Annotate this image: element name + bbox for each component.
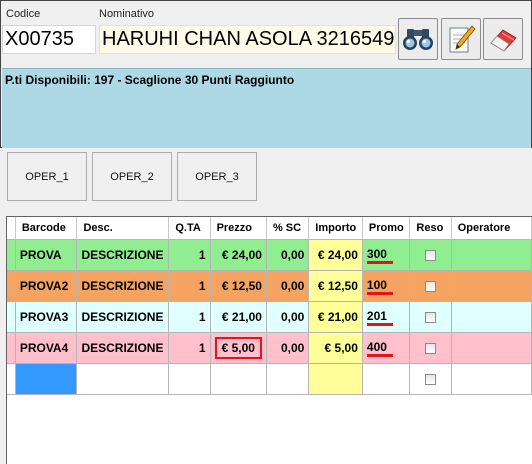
table-row[interactable]: PROVA DESCRIZIONE 1 € 24,00 0,00 € 24,00… <box>7 239 532 271</box>
name-field[interactable]: HARUHI CHAN ASOLA 32165498 <box>99 25 396 54</box>
col-promo[interactable]: Promo <box>362 217 411 240</box>
erase-button[interactable] <box>483 18 523 60</box>
cell-promo[interactable]: 400 <box>362 332 411 364</box>
row-header-corner <box>7 217 16 240</box>
row-header[interactable] <box>7 239 16 271</box>
oper-3-button[interactable]: OPER_3 <box>177 152 257 201</box>
cell-importo-new[interactable] <box>308 363 363 395</box>
cell-promo[interactable]: 100 <box>362 270 411 302</box>
cell-importo[interactable]: € 12,50 <box>308 270 363 302</box>
cell-reso-new[interactable] <box>409 363 452 395</box>
col-sc[interactable]: % SC <box>266 217 310 240</box>
cell-prezzo[interactable]: € 21,00 <box>210 301 267 333</box>
eraser-icon <box>490 29 517 52</box>
cell-sc[interactable]: 0,00 <box>266 239 310 271</box>
cell-sc[interactable]: 0,00 <box>266 270 310 302</box>
row-header[interactable] <box>7 301 16 333</box>
reso-checkbox[interactable] <box>425 342 437 354</box>
col-importo[interactable]: Importo <box>308 217 363 240</box>
cell-qta[interactable]: 1 <box>168 239 211 271</box>
cell-operatore[interactable] <box>451 239 532 271</box>
col-operatore[interactable]: Operatore <box>451 217 532 240</box>
table-row[interactable]: PROVA2 DESCRIZIONE 1 € 12,50 0,00 € 12,5… <box>7 270 532 302</box>
cell-sc-new[interactable] <box>266 363 310 395</box>
table-row[interactable]: PROVA4 DESCRIZIONE 1 € 5,00 0,00 € 5,00 … <box>7 332 532 364</box>
cell-barcode-new[interactable] <box>15 363 78 395</box>
row-header[interactable] <box>7 270 16 302</box>
reso-checkbox[interactable] <box>425 373 437 385</box>
cell-promo[interactable]: 300 <box>362 239 411 271</box>
code-field[interactable]: X00735 <box>2 25 96 54</box>
edit-button[interactable] <box>441 18 481 60</box>
promo-value: 400 <box>366 340 393 357</box>
cell-barcode[interactable]: PROVA3 <box>15 301 78 333</box>
col-prezzo[interactable]: Prezzo <box>210 217 267 240</box>
cell-importo[interactable]: € 24,00 <box>308 239 363 271</box>
cell-operatore[interactable] <box>451 332 532 364</box>
new-row[interactable] <box>7 363 532 395</box>
cell-prezzo-new[interactable] <box>210 363 267 395</box>
cell-desc[interactable]: DESCRIZIONE <box>76 239 170 271</box>
cell-sc[interactable]: 0,00 <box>266 301 310 333</box>
col-barcode[interactable]: Barcode <box>15 217 78 240</box>
cell-reso[interactable] <box>409 239 452 271</box>
cell-qta[interactable]: 1 <box>168 270 211 302</box>
cell-qta[interactable]: 1 <box>168 301 211 333</box>
promo-value: 201 <box>366 309 393 326</box>
cell-qta[interactable]: 1 <box>168 332 211 364</box>
prezzo-highlight: € 5,00 <box>214 336 262 359</box>
reso-checkbox[interactable] <box>425 311 437 323</box>
cell-importo[interactable]: € 5,00 <box>308 332 363 364</box>
code-label: Codice <box>6 8 41 20</box>
cell-barcode[interactable]: PROVA2 <box>15 270 78 302</box>
cell-sc[interactable]: 0,00 <box>266 332 310 364</box>
cell-reso[interactable] <box>409 270 452 302</box>
row-header[interactable] <box>7 332 16 364</box>
oper-2-button[interactable]: OPER_2 <box>92 152 172 201</box>
reso-checkbox[interactable] <box>425 280 437 292</box>
cell-prezzo[interactable]: € 5,00 <box>210 332 267 364</box>
cell-operatore-new[interactable] <box>451 363 532 395</box>
items-grid[interactable]: Barcode Desc. Q.TA Prezzo % SC Importo P… <box>6 216 532 464</box>
cell-promo[interactable]: 201 <box>362 301 411 333</box>
oper-1-button[interactable]: OPER_1 <box>7 152 87 201</box>
cell-reso[interactable] <box>409 301 452 333</box>
cell-barcode[interactable]: PROVA <box>15 239 78 271</box>
binoculars-icon <box>403 29 433 50</box>
cell-reso[interactable] <box>409 332 452 364</box>
row-header[interactable] <box>7 363 16 395</box>
cell-desc[interactable]: DESCRIZIONE <box>76 270 170 302</box>
cell-qta-new[interactable] <box>168 363 211 395</box>
cell-prezzo[interactable]: € 24,00 <box>210 239 267 271</box>
cell-desc[interactable]: DESCRIZIONE <box>76 301 170 333</box>
col-reso[interactable]: Reso <box>409 217 452 240</box>
cell-promo-new[interactable] <box>362 363 411 395</box>
cell-importo[interactable]: € 21,00 <box>308 301 363 333</box>
cell-desc[interactable]: DESCRIZIONE <box>76 332 170 364</box>
promo-value: 300 <box>366 247 393 264</box>
grid-header-row: Barcode Desc. Q.TA Prezzo % SC Importo P… <box>7 217 532 240</box>
cell-barcode[interactable]: PROVA4 <box>15 332 78 364</box>
edit-notepad-icon <box>449 25 476 53</box>
cell-operatore[interactable] <box>451 270 532 302</box>
cell-prezzo[interactable]: € 12,50 <box>210 270 267 302</box>
customer-panel: Codice Nominativo X00735 HARUHI CHAN ASO… <box>0 0 532 148</box>
cell-desc-new[interactable] <box>76 363 170 395</box>
table-row[interactable]: PROVA3 DESCRIZIONE 1 € 21,00 0,00 € 21,0… <box>7 301 532 333</box>
points-info-panel: P.ti Disponibili: 197 - Scaglione 30 Pun… <box>2 68 531 148</box>
promo-value: 100 <box>366 278 393 295</box>
col-desc[interactable]: Desc. <box>76 217 170 240</box>
cell-operatore[interactable] <box>451 301 532 333</box>
search-button[interactable] <box>398 18 438 60</box>
name-label: Nominativo <box>99 8 155 20</box>
items-table: Barcode Desc. Q.TA Prezzo % SC Importo P… <box>7 217 532 395</box>
col-qta[interactable]: Q.TA <box>168 217 211 240</box>
points-info-text: P.ti Disponibili: 197 - Scaglione 30 Pun… <box>5 73 295 87</box>
reso-checkbox[interactable] <box>425 249 437 261</box>
